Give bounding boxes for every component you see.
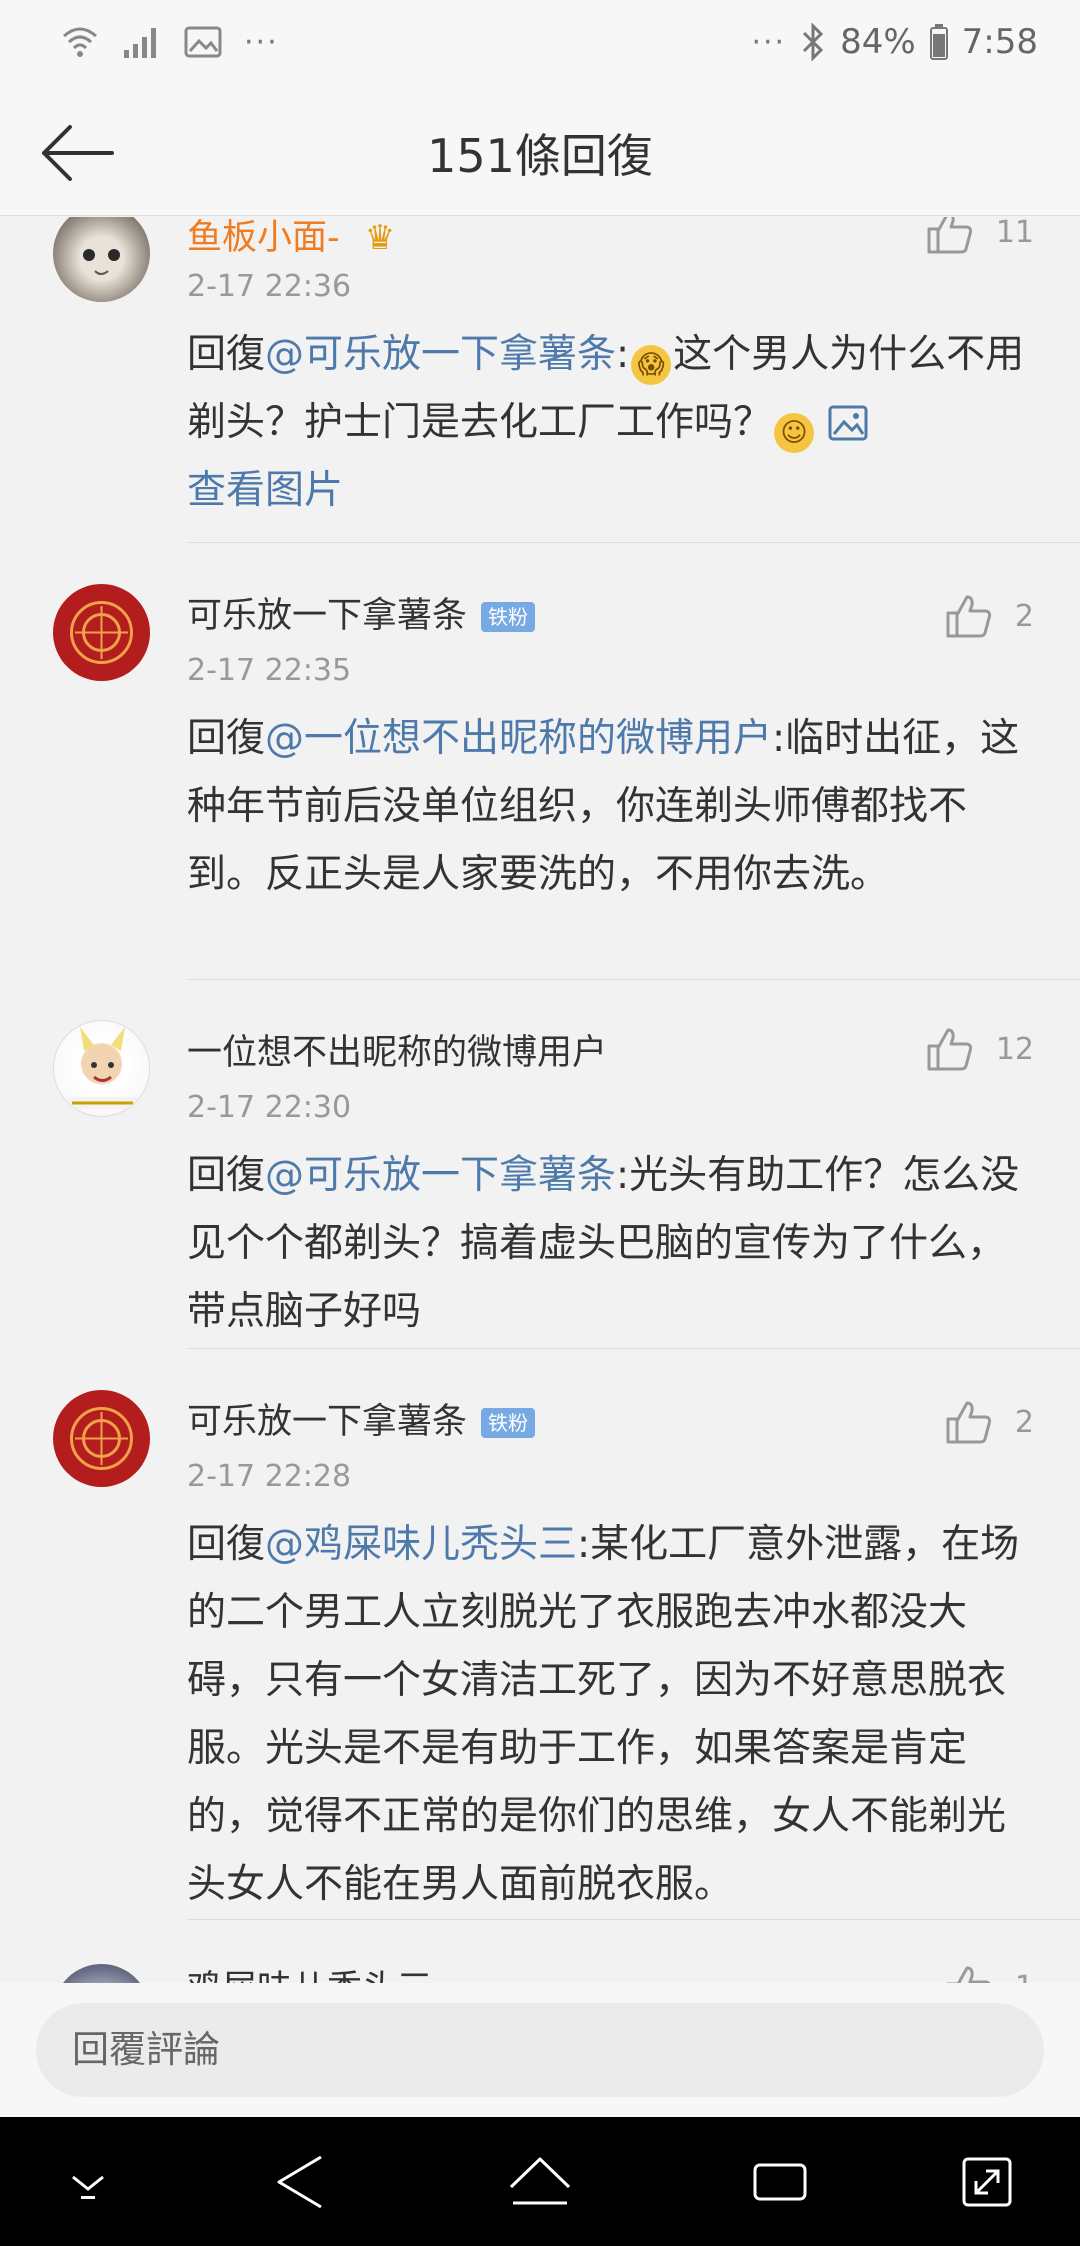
crown-icon: ♛	[364, 218, 396, 258]
like-button[interactable]: 2	[945, 1399, 1034, 1445]
bluetooth-icon	[803, 23, 824, 61]
reply-prefix: 回復	[187, 716, 266, 761]
avatar[interactable]	[53, 584, 150, 681]
avatar[interactable]	[53, 217, 150, 302]
comment-body: 回復@一位想不出昵称的微博用户:临时出征，这种年节前后没单位组织，你连剃头师傅都…	[187, 705, 1037, 909]
person-avatar-icon	[68, 1027, 137, 1109]
username[interactable]: 可乐放一下拿薯条 铁粉	[187, 587, 536, 638]
divider	[187, 979, 1080, 980]
red-emblem-avatar-icon	[70, 1407, 133, 1470]
thumbs-up-icon	[927, 1028, 972, 1071]
status-icons-left: ···	[60, 22, 279, 62]
picture-icon	[828, 405, 868, 441]
timestamp: 2-17 22:28	[187, 1459, 352, 1494]
hide-keyboard-button[interactable]	[53, 2147, 123, 2217]
timestamp: 2-17 22:36	[187, 269, 352, 304]
username-text: 鱼板小面-	[187, 218, 340, 258]
fan-badge: 铁粉	[481, 602, 536, 632]
mention-link[interactable]: @鸡屎味儿秃头三	[265, 1522, 577, 1567]
like-count: 1	[1015, 1970, 1034, 1984]
nav-back-button[interactable]	[265, 2147, 335, 2217]
signal-icon	[124, 28, 156, 58]
thumbs-up-icon	[946, 595, 991, 638]
username[interactable]: 可乐放一下拿薯条 铁粉	[187, 1393, 536, 1444]
recents-icon	[753, 2163, 807, 2201]
thumbs-up-icon	[946, 1401, 991, 1444]
comment-text: :	[616, 332, 630, 377]
thumbs-up-icon	[927, 217, 972, 254]
cat-avatar-icon	[83, 249, 120, 275]
timestamp: 2-17 22:35	[187, 653, 352, 688]
view-image-link[interactable]: 查看图片	[187, 468, 343, 513]
status-more: ···	[751, 24, 787, 60]
image-notification-icon	[184, 26, 222, 58]
divider	[187, 1348, 1080, 1349]
system-navigation-bar	[0, 2117, 1080, 2246]
comment-list[interactable]: 鱼板小面- ♛ 11 2-17 22:36 回復@可乐放一下拿薯条: 😱 这个男人为…	[0, 217, 1080, 1983]
thumbs-up-icon	[946, 1966, 991, 1983]
reply-prefix: 回復	[187, 1522, 266, 1567]
clock: 7:58	[961, 22, 1038, 62]
username-text: 鸡屎味儿秃头三	[187, 1969, 432, 1983]
like-count: 11	[995, 217, 1034, 250]
username[interactable]: 鸡屎味儿秃头三	[187, 1960, 432, 1983]
nav-recents-button[interactable]	[745, 2147, 815, 2217]
nav-expand-button[interactable]	[952, 2147, 1022, 2217]
battery-percent: 84%	[840, 22, 916, 62]
home-icon	[509, 2157, 571, 2205]
like-button[interactable]: 1	[945, 1964, 1034, 1983]
expand-arrows-icon	[962, 2157, 1012, 2207]
username[interactable]: 一位想不出昵称的微博用户	[187, 1024, 607, 1075]
red-emblem-avatar-icon	[70, 601, 133, 664]
like-button[interactable]: 2	[945, 593, 1034, 639]
comment-body: 回復@可乐放一下拿薯条: 😱 这个男人为什么不用剃头？护士门是去化工厂工作吗？ ☺ 查看…	[187, 321, 1037, 525]
username-text: 可乐放一下拿薯条	[187, 1402, 468, 1442]
page-title: 151條回復	[427, 129, 653, 183]
avatar[interactable]	[53, 1390, 150, 1487]
like-count: 2	[1014, 598, 1034, 634]
username[interactable]: 鱼板小面- ♛	[187, 217, 395, 260]
fan-badge: 铁粉	[481, 1408, 536, 1438]
mention-link[interactable]: @可乐放一下拿薯条	[265, 1153, 616, 1198]
status-icons-right: ··· 84% 7:58	[751, 22, 1038, 62]
battery-icon	[929, 24, 948, 60]
divider	[187, 1919, 1080, 1920]
mention-link[interactable]: @一位想不出昵称的微博用户	[265, 716, 772, 761]
avatar[interactable]	[53, 1964, 150, 1983]
mention-link[interactable]: @可乐放一下拿薯条	[265, 332, 616, 377]
like-button[interactable]: 12	[926, 1026, 1034, 1072]
chevron-down-dot-icon	[72, 2175, 104, 2199]
timestamp: 2-17 22:30	[187, 1090, 352, 1125]
comment-body: 回復@可乐放一下拿薯条:光头有助工作？怎么没见个个都剃头？搞着虚头巴脑的宣传为了…	[187, 1142, 1037, 1346]
shocked-emoji-icon: 😱	[631, 345, 672, 385]
wifi-icon	[63, 27, 97, 57]
smile-emoji-icon: ☺	[774, 413, 815, 453]
reply-bar: 回覆評論	[0, 1983, 1080, 2117]
like-count: 2	[1014, 1404, 1034, 1440]
username-text: 一位想不出昵称的微博用户	[187, 1033, 608, 1073]
nav-home-button[interactable]	[505, 2147, 575, 2217]
like-count: 12	[995, 1031, 1034, 1067]
back-triangle-icon	[277, 2155, 322, 2209]
reply-prefix: 回復	[187, 1153, 266, 1198]
comment-body: 回復@鸡屎味儿秃头三:某化工厂意外泄露，在场的二个男工人立刻脱光了衣服跑去冲水都…	[187, 1511, 1037, 1919]
comment-text: :某化工厂意外泄露，在场的二个男工人立刻脱光了衣服跑去冲水都没大碍，只有一个女清…	[187, 1522, 1020, 1907]
status-bar: ··· ··· 84% 7:58	[0, 0, 1080, 90]
reply-comment-input[interactable]: 回覆評論	[36, 2003, 1044, 2097]
reply-prefix: 回復	[187, 332, 266, 377]
avatar[interactable]	[53, 1020, 150, 1117]
header-bar: 151條回復	[0, 90, 1080, 216]
like-button[interactable]: 11	[926, 217, 1034, 255]
username-text: 可乐放一下拿薯条	[187, 596, 468, 636]
notification-more: ···	[244, 24, 279, 60]
divider	[187, 542, 1080, 543]
